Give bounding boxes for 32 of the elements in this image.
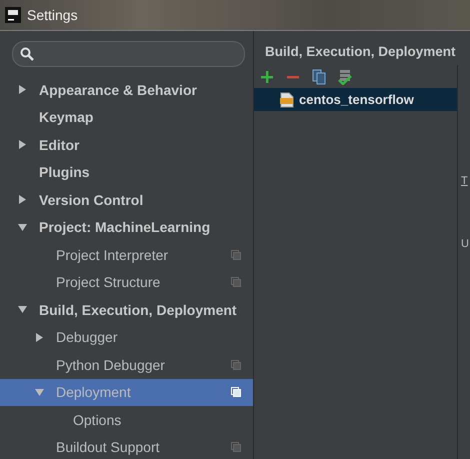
tree-item[interactable]: Keymap bbox=[0, 104, 253, 131]
window-title: Settings bbox=[27, 7, 78, 23]
tree-item[interactable]: Project: MachineLearning bbox=[0, 214, 253, 241]
tree-item[interactable]: Appearance & Behavior bbox=[0, 76, 253, 104]
expanded-arrow-icon[interactable] bbox=[35, 388, 44, 397]
tree-item[interactable]: Project Interpreter bbox=[0, 241, 253, 268]
collapsed-arrow-icon[interactable] bbox=[18, 195, 27, 204]
breadcrumb: Build, Execution, Deployment bbox=[264, 43, 457, 59]
collapsed-arrow-icon[interactable] bbox=[35, 332, 44, 342]
tree-item[interactable]: Version Control bbox=[0, 186, 253, 214]
expanded-arrow-icon[interactable] bbox=[18, 305, 27, 314]
collapsed-arrow-icon[interactable] bbox=[18, 140, 27, 150]
server-check-icon[interactable] bbox=[338, 69, 352, 85]
tree-item[interactable]: Project Structure bbox=[0, 268, 253, 296]
search-icon bbox=[20, 47, 34, 61]
field-label: T bbox=[461, 175, 468, 187]
copy-icon[interactable] bbox=[312, 69, 326, 85]
tree-item[interactable]: Editor bbox=[0, 131, 253, 158]
field-label: U bbox=[461, 238, 469, 250]
add-icon[interactable] bbox=[260, 70, 274, 84]
tree-item[interactable]: Debugger bbox=[0, 324, 253, 351]
search-field[interactable] bbox=[12, 41, 245, 67]
tree-item[interactable]: Options bbox=[0, 406, 253, 434]
server-item[interactable]: centos_tensorflow bbox=[254, 88, 457, 111]
app-icon bbox=[5, 7, 21, 23]
tree-item[interactable]: Buildout Support bbox=[0, 434, 253, 459]
collapsed-arrow-icon[interactable] bbox=[18, 85, 27, 94]
tree-item[interactable]: Plugins bbox=[0, 158, 253, 186]
server-config-icon bbox=[280, 92, 294, 108]
tree-item[interactable]: Build, Execution, Deployment bbox=[0, 296, 253, 324]
tree-item[interactable]: Python Debugger bbox=[0, 351, 253, 378]
expanded-arrow-icon[interactable] bbox=[18, 222, 27, 232]
